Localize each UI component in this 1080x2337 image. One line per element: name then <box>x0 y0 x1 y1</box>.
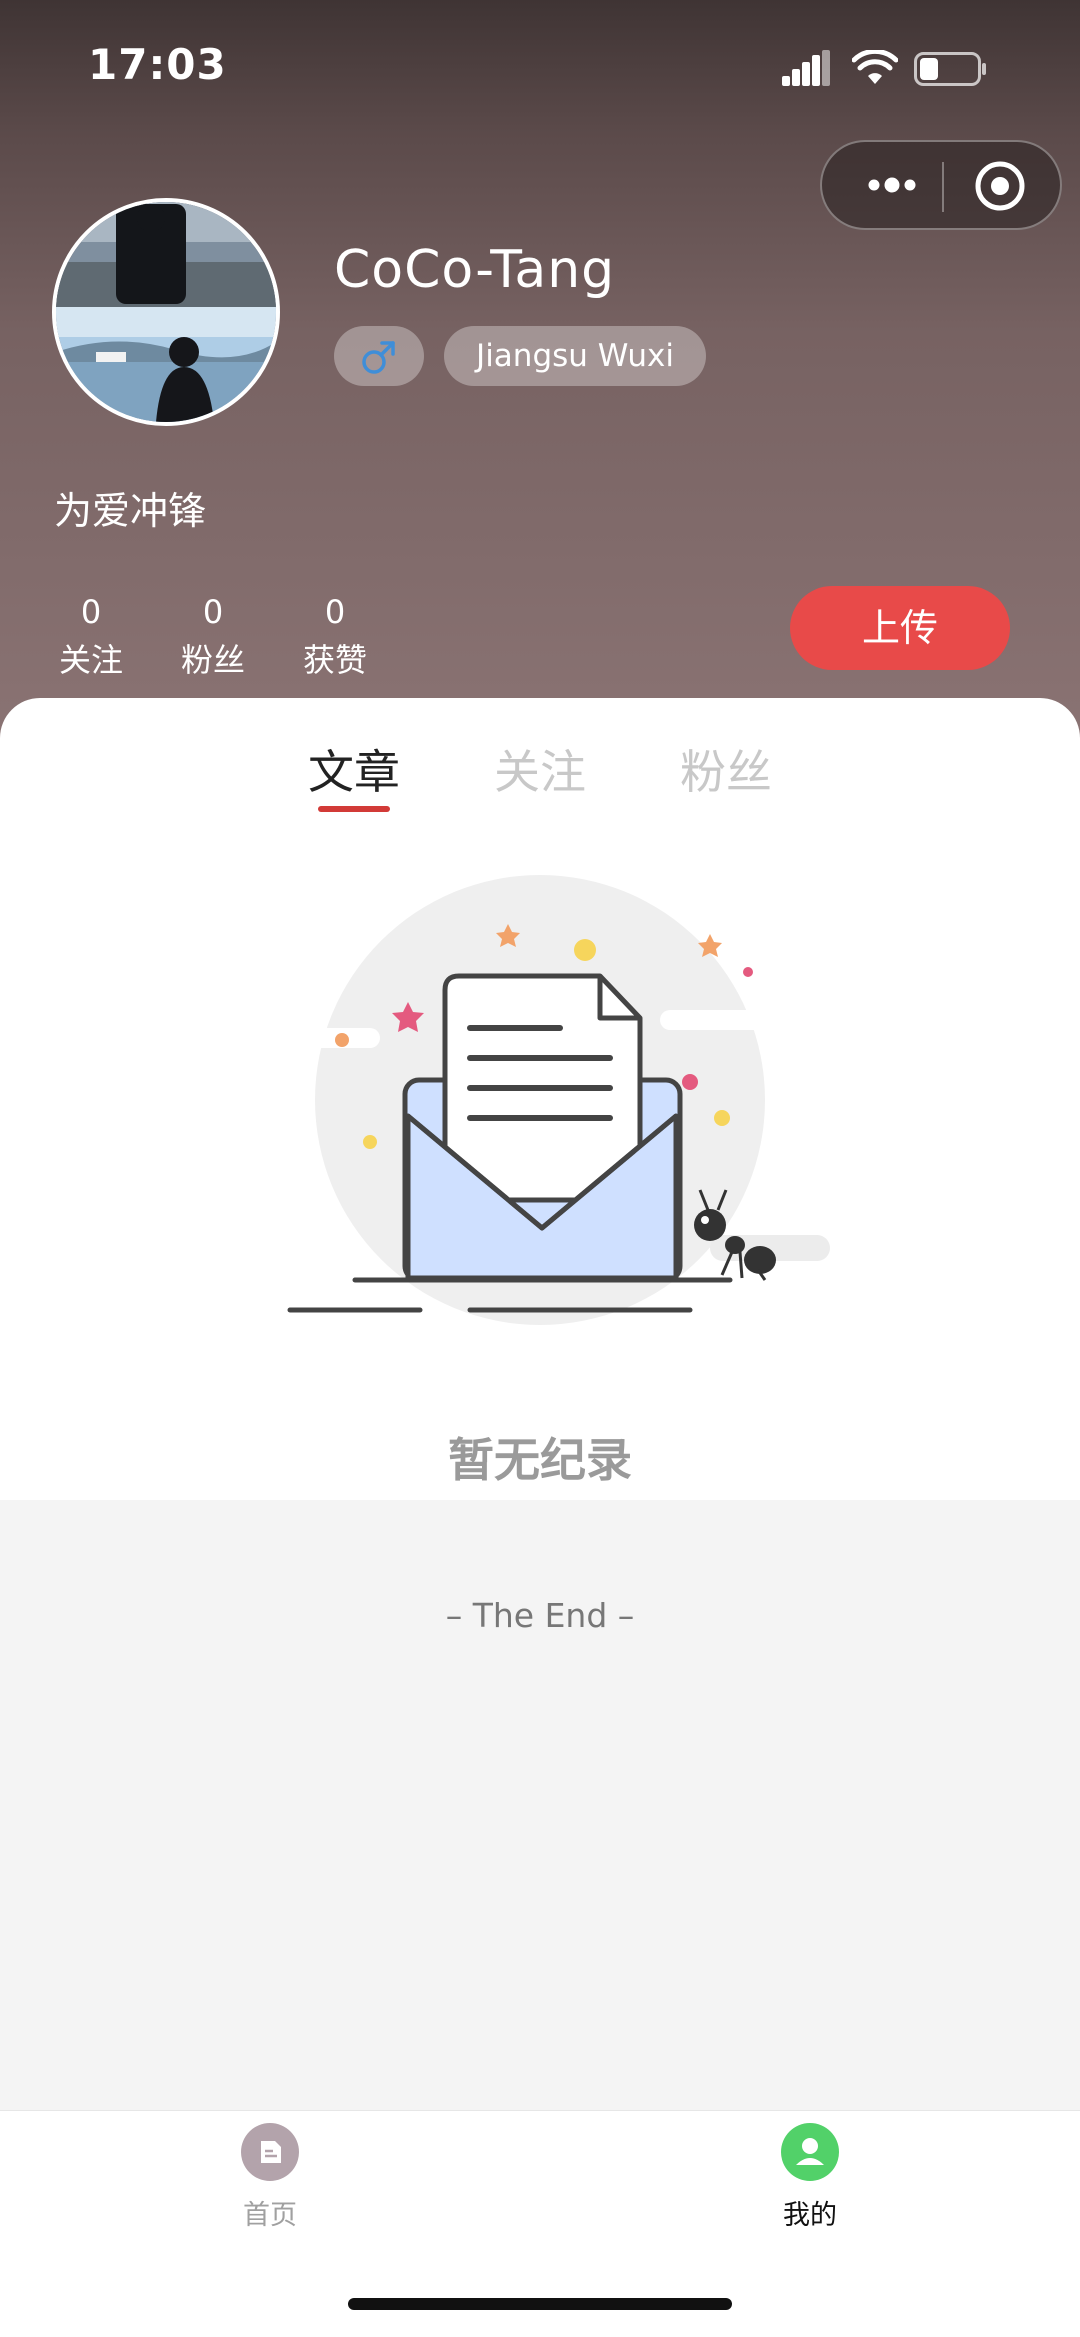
more-icon[interactable] <box>852 142 932 228</box>
end-of-list-text: – The End – <box>445 1596 635 1635</box>
stat-label: 粉丝 <box>180 641 245 679</box>
wifi-icon <box>852 50 898 84</box>
tab-followers[interactable]: 粉丝 <box>680 736 772 802</box>
bio: 为爱冲锋 <box>54 489 207 533</box>
tabbar-item-mine[interactable]: 我的 <box>730 2123 890 2243</box>
stat-label: 获赞 <box>302 641 367 679</box>
profile-header: 17:03 CoCo-Tang Jiangsu Wuxi 为爱冲锋 0 关注 0… <box>0 0 1080 740</box>
tabbar-label: 我的 <box>783 2200 837 2231</box>
stat-value: 0 <box>324 593 346 631</box>
avatar[interactable] <box>52 198 280 426</box>
status-time: 17:03 <box>88 40 227 89</box>
home-icon <box>241 2123 299 2181</box>
stat-likes[interactable]: 0 获赞 <box>280 590 390 686</box>
status-bar: 17:03 <box>0 0 1080 130</box>
mini-program-capsule <box>820 140 1062 230</box>
gender-badge <box>334 326 424 386</box>
stat-following[interactable]: 0 关注 <box>36 590 146 686</box>
profile-tabs: 文章 关注 粉丝 <box>0 736 1080 816</box>
tab-following[interactable]: 关注 <box>494 736 586 802</box>
battery-icon <box>914 52 986 86</box>
signal-icon <box>782 50 830 86</box>
status-icons <box>782 50 1032 90</box>
upload-button[interactable]: 上传 <box>790 586 1010 670</box>
empty-state-text: 暂无纪录 <box>448 1433 632 1487</box>
location-badge: Jiangsu Wuxi <box>444 326 706 386</box>
avatar-photo <box>56 202 276 422</box>
home-indicator <box>348 2298 732 2310</box>
user-icon <box>781 2123 839 2181</box>
stat-followers[interactable]: 0 粉丝 <box>158 590 268 686</box>
stat-label: 关注 <box>58 641 123 679</box>
tab-indicator <box>318 806 390 812</box>
tabbar-label: 首页 <box>243 2200 297 2231</box>
capsule-divider <box>942 162 944 212</box>
tab-articles[interactable]: 文章 <box>308 736 400 802</box>
profile-stats: 0 关注 0 粉丝 0 获赞 <box>36 590 396 690</box>
username: CoCo-Tang <box>334 240 616 300</box>
empty-mailbox-illustration <box>270 875 830 1325</box>
tabbar-item-home[interactable]: 首页 <box>190 2123 350 2243</box>
stat-value: 0 <box>202 593 224 631</box>
content-card: 文章 关注 粉丝 暂无纪录 <box>0 698 1080 1500</box>
stat-value: 0 <box>80 593 102 631</box>
male-icon <box>362 341 395 374</box>
close-circle-icon[interactable] <box>968 154 1032 218</box>
